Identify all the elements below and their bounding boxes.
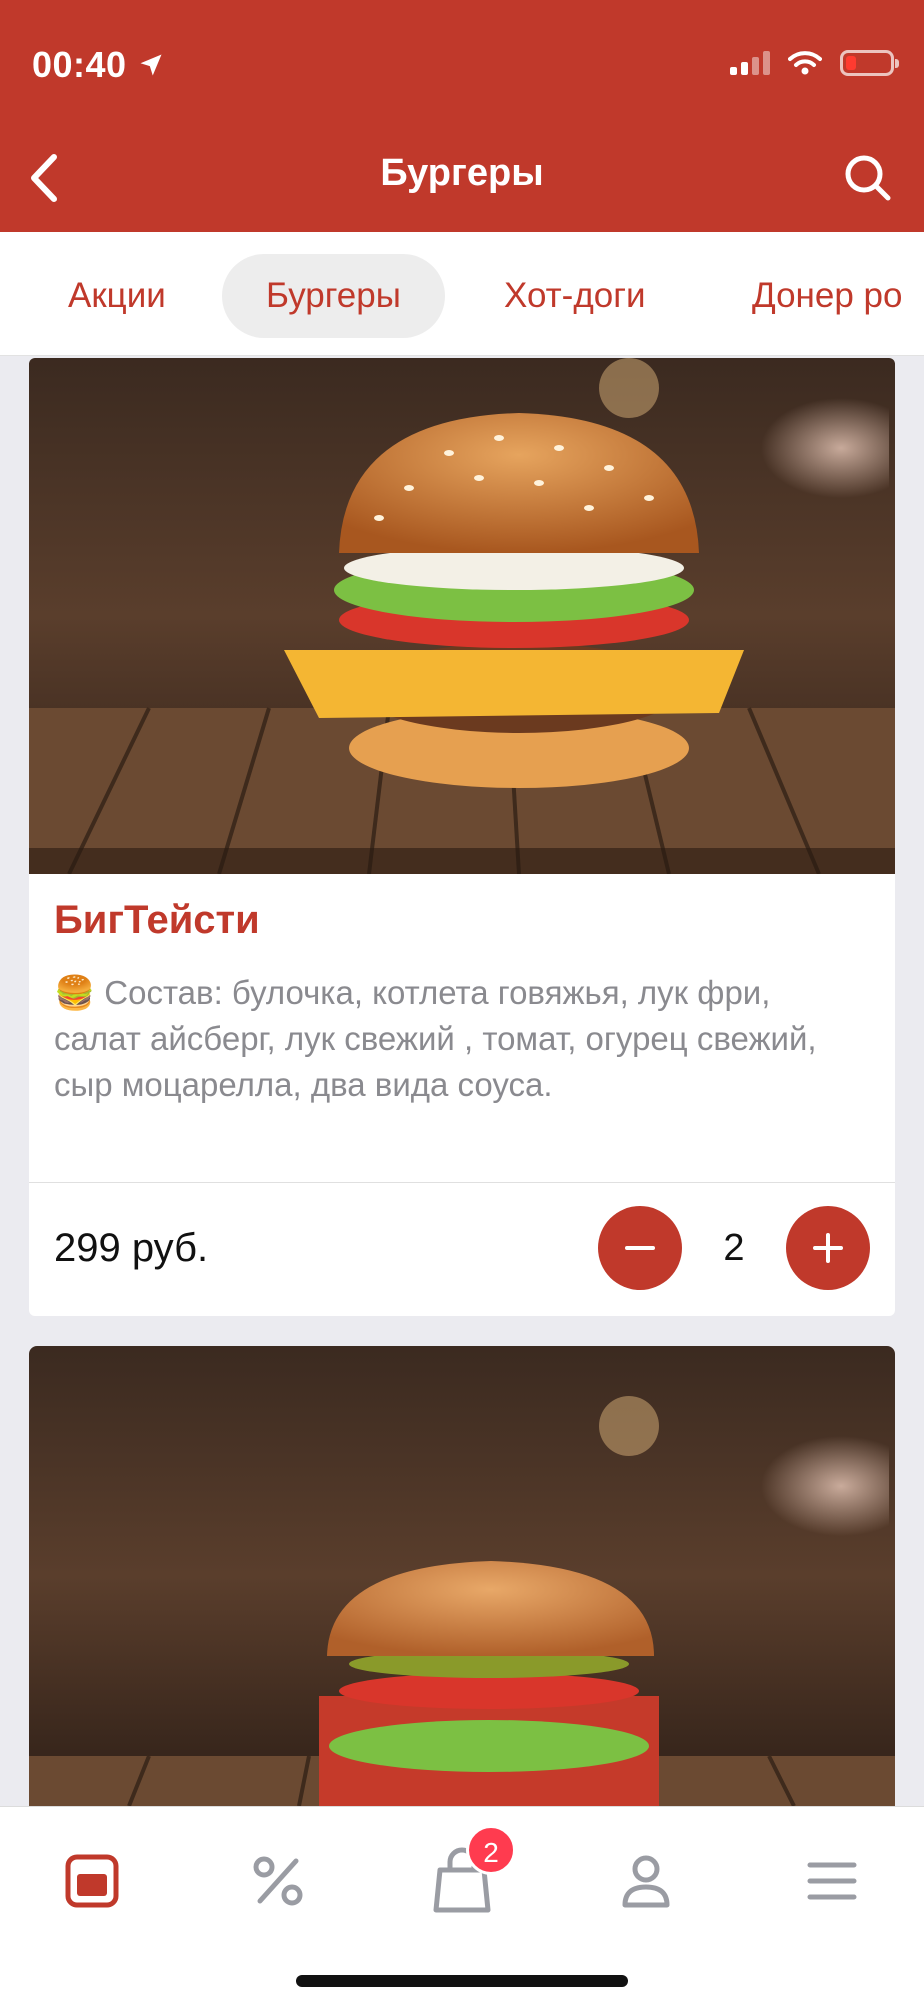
decrease-button[interactable] [598,1206,682,1290]
search-button[interactable] [840,150,896,206]
product-photo [29,358,895,874]
page-title: Бургеры [380,152,544,194]
status-time: 00:40 [32,44,165,86]
tab-promotions[interactable]: Акции [24,254,210,338]
product-title: БигТейсти [54,898,260,942]
battery-icon [840,50,899,76]
menu-icon [65,1854,119,1908]
quantity-value: 2 [723,1226,745,1269]
status-indicators [730,50,899,76]
tab-doner[interactable]: Донер ро [708,254,924,338]
tab-hotdogs[interactable]: Хот-доги [460,254,690,338]
bottom-navigation: 2 [0,1806,924,2000]
nav-discounts[interactable] [238,1841,318,1921]
product-photo [29,1346,895,1806]
search-icon [845,155,891,201]
app-header: 00:40 Бургеры [0,0,924,232]
cart-badge: 2 [466,1825,516,1875]
more-icon [807,1862,857,1900]
profile-icon [622,1855,670,1908]
location-arrow-icon [140,54,162,76]
category-tabs: Акции Бургеры Хот-доги Донер ро [0,232,924,356]
tab-burgers[interactable]: Бургеры [222,254,445,338]
minus-icon [625,1246,655,1250]
product-card: БигТейсти 🍔 Состав: булочка, котлета гов… [29,358,895,1316]
cellular-signal-icon [730,51,770,75]
product-description: 🍔 Состав: булочка, котлета говяжья, лук … [54,974,817,1103]
wifi-icon [788,51,822,75]
quantity-stepper: 2 [598,1206,870,1290]
divider [29,1182,895,1183]
home-indicator [296,1975,628,1987]
increase-button[interactable] [786,1206,870,1290]
nav-profile[interactable] [606,1841,686,1921]
nav-menu[interactable] [52,1841,132,1921]
nav-more[interactable] [792,1841,872,1921]
product-card [29,1346,895,1806]
discount-icon [253,1856,303,1906]
plus-icon [813,1233,843,1263]
product-price: 299 руб. [54,1226,209,1270]
status-time-text: 00:40 [32,44,127,85]
